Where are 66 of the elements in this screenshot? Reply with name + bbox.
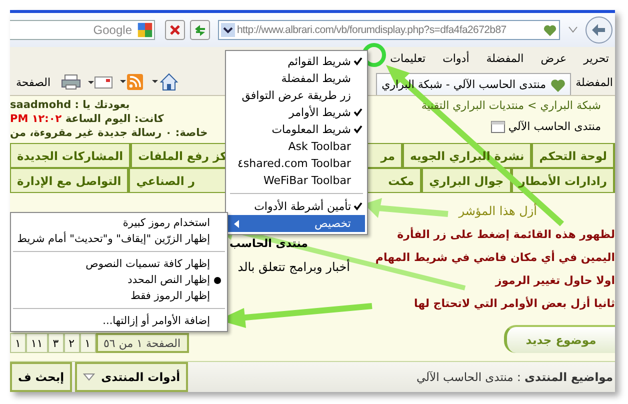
annotation-text: ثانيا أزل بعض الأوامر التي لاتحتاج لها	[414, 295, 615, 312]
menu-item[interactable]: شريط الأوامر	[228, 104, 365, 121]
nav-button[interactable]: جوال البراري	[422, 168, 512, 193]
forum-link[interactable]: منتدى الحاسب الآلي	[508, 120, 601, 133]
nav-button[interactable]: المشاركات الجديدة	[10, 143, 132, 168]
forum-description: أخبار وبرامج تتعلق بالد	[238, 260, 350, 274]
menu-item[interactable]: شريط المفضلة	[228, 70, 365, 87]
rss-icon[interactable]	[118, 73, 145, 91]
submenu-arrow-icon	[234, 220, 239, 228]
menu-item[interactable]: إظهار الرموز فقط	[11, 288, 227, 304]
menu-item[interactable]: شريط القوائم	[228, 53, 365, 70]
footer-forum-name: : منتدى الحاسب الآلي	[416, 370, 521, 384]
caret-icon	[83, 373, 96, 381]
favorites-button[interactable]: المفضلة	[576, 71, 615, 95]
menu-item[interactable]: إظهار النص المحدد	[11, 272, 227, 288]
home-icon[interactable]	[150, 72, 179, 92]
nav-button[interactable]: لوحة التحكم	[532, 143, 615, 168]
dropdown-icon	[221, 23, 235, 37]
forum-heading: منتدى الحاسب	[230, 237, 308, 250]
forum-tools-button[interactable]: أدوات المنتدى	[75, 362, 188, 392]
printer-icon[interactable]	[60, 74, 81, 90]
menu-item[interactable]: تخصيص	[228, 215, 365, 232]
menu-bar-item[interactable]: تعليمات	[390, 52, 426, 64]
menu-item[interactable]: إظهار الزرّين "إيقاف" و"تحديث" أمام شريط	[11, 231, 227, 247]
search-provider-icon	[136, 22, 152, 38]
mail-icon[interactable]	[86, 74, 113, 90]
new-topic-button[interactable]: موضوع جديد	[504, 325, 615, 353]
menu-item[interactable]: إظهار كافة تسميات النصوص	[11, 256, 227, 272]
check-icon	[353, 57, 363, 66]
annotation-text: لظهور هذه القائمة إضغط على زر الفأرة	[397, 226, 615, 243]
annotation-text: اولا حاول تغيير الرموز	[495, 273, 615, 289]
last-visit-time: ١٢:٠٢ PM	[10, 113, 62, 125]
forum-search-button[interactable]: إبحث ف	[10, 362, 72, 392]
highlight-circle	[362, 43, 386, 67]
nav-button[interactable]: رادارات الأمطار	[512, 168, 615, 193]
page-link[interactable]: ١١	[26, 333, 48, 353]
menu-item[interactable]: إضافة الأوامر أو إزالتها...	[11, 313, 227, 329]
back-button[interactable]	[585, 16, 613, 44]
page-link[interactable]: ١	[10, 333, 26, 353]
page-link[interactable]: ١	[80, 333, 96, 353]
menu-item[interactable]: استخدام رموز كبيرة	[11, 215, 227, 231]
menu-item[interactable]: تأمين أشرطة الأدوات	[228, 198, 365, 215]
welcome-text: بعودتك يا : saadmohd	[10, 99, 130, 111]
annotation-text: اليمين في أي مكان فاضي في شريط المهام	[375, 249, 615, 266]
nav-button[interactable]: التواصل مع الإدارة	[10, 168, 130, 193]
folder-icon	[491, 120, 506, 132]
history-caret-icon[interactable]	[568, 26, 578, 34]
menu-item[interactable]: زر طريقة عرض التوافق	[228, 87, 365, 104]
menu-item[interactable]: شريط المعلومات	[228, 121, 365, 138]
menu-bar-item[interactable]: عرض	[540, 52, 567, 64]
page-link[interactable]: ٢	[64, 333, 80, 353]
last-visit-text: كانت: اليوم الساعة	[65, 113, 164, 125]
page-count: الصفحة ١ من ٥٦	[96, 333, 189, 353]
check-icon	[353, 202, 363, 211]
menu-bar-item[interactable]: تحرير	[584, 52, 609, 64]
menu-bar-item[interactable]: أدوات	[442, 52, 470, 64]
address-field[interactable]: http://www.albrari.com/vb/forumdisplay.php?s=dfa4fa2672b87	[218, 20, 560, 40]
menu-bar-item[interactable]: المفضلة	[486, 52, 524, 64]
refresh-button[interactable]	[190, 20, 210, 40]
footer-title: مواضيع المنتدى	[524, 370, 613, 384]
annotation-text: أزل هذا المؤشر	[458, 203, 537, 220]
page-link[interactable]: ٣	[48, 333, 64, 353]
stop-button[interactable]	[165, 20, 185, 40]
page-button[interactable]: الصفحة	[16, 76, 51, 88]
messages-text: خاصة: ٠ رسالة جديدة غير مقروءة، من	[10, 127, 208, 139]
search-field[interactable]: Google	[10, 20, 135, 40]
